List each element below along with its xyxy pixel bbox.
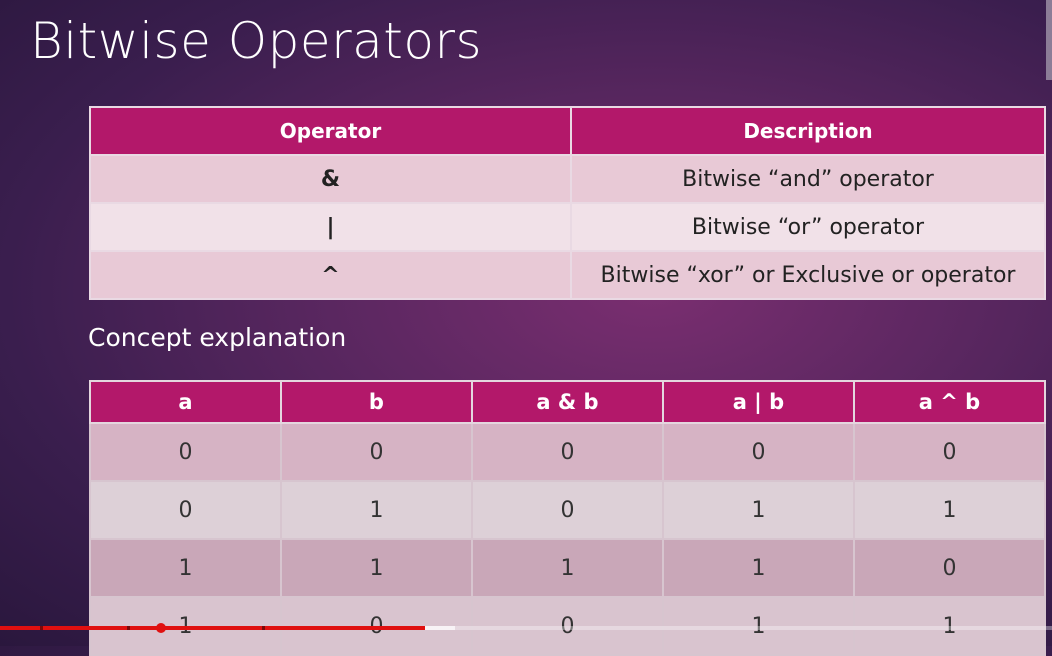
truth-cell: 1 bbox=[852, 480, 1047, 540]
operator-cell: ^ bbox=[89, 250, 572, 300]
video-progress-bar[interactable] bbox=[0, 623, 1052, 633]
truth-cell: 0 bbox=[470, 480, 664, 540]
truth-cell: 1 bbox=[89, 538, 282, 598]
operators-header-operator: Operator bbox=[89, 106, 572, 156]
slide-title: Bitwise Operators bbox=[30, 12, 483, 70]
scrubber-handle[interactable] bbox=[156, 623, 166, 633]
chapter-marker bbox=[262, 626, 265, 630]
truth-cell: 0 bbox=[470, 422, 664, 482]
truth-cell: 0 bbox=[852, 538, 1047, 598]
side-scrollbar[interactable] bbox=[1046, 0, 1052, 80]
truth-cell: 1 bbox=[279, 480, 473, 540]
truth-cell: 0 bbox=[852, 422, 1047, 482]
table-row: 0 1 0 1 1 bbox=[89, 480, 1047, 540]
chapter-marker bbox=[40, 626, 43, 630]
truth-cell: 1 bbox=[279, 538, 473, 598]
operators-header-description: Description bbox=[570, 106, 1046, 156]
truth-cell: 0 bbox=[89, 422, 282, 482]
operator-cell: & bbox=[89, 154, 572, 204]
truth-header-or: a | b bbox=[661, 380, 855, 424]
operators-header-row: Operator Description bbox=[89, 106, 1046, 156]
truth-header-row: a b a & b a | b a ^ b bbox=[89, 380, 1047, 424]
description-cell: Bitwise “and” operator bbox=[570, 154, 1046, 204]
table-row: 0 0 0 0 0 bbox=[89, 422, 1047, 482]
truth-cell: 0 bbox=[661, 422, 855, 482]
table-row: 1 1 1 1 0 bbox=[89, 538, 1047, 598]
buffered-bar bbox=[425, 626, 455, 630]
truth-header-xor: a ^ b bbox=[852, 380, 1047, 424]
truth-cell: 1 bbox=[470, 538, 664, 598]
operators-table: Operator Description & Bitwise “and” ope… bbox=[89, 106, 1046, 300]
description-cell: Bitwise “or” operator bbox=[570, 202, 1046, 252]
table-row: ^ Bitwise “xor” or Exclusive or operator bbox=[89, 250, 1046, 300]
played-bar bbox=[0, 626, 425, 630]
description-cell: Bitwise “xor” or Exclusive or operator bbox=[570, 250, 1046, 300]
concept-heading: Concept explanation bbox=[88, 323, 347, 352]
truth-header-b: b bbox=[279, 380, 473, 424]
truth-cell: 1 bbox=[661, 480, 855, 540]
truth-header-and: a & b bbox=[470, 380, 664, 424]
truth-table: a b a & b a | b a ^ b 0 0 0 0 0 0 1 0 1 … bbox=[89, 380, 1047, 656]
truth-header-a: a bbox=[89, 380, 282, 424]
operator-cell: | bbox=[89, 202, 572, 252]
truth-cell: 0 bbox=[89, 480, 282, 540]
table-row: | Bitwise “or” operator bbox=[89, 202, 1046, 252]
chapter-marker bbox=[127, 626, 130, 630]
table-row: & Bitwise “and” operator bbox=[89, 154, 1046, 204]
truth-cell: 0 bbox=[279, 422, 473, 482]
truth-cell: 1 bbox=[661, 538, 855, 598]
